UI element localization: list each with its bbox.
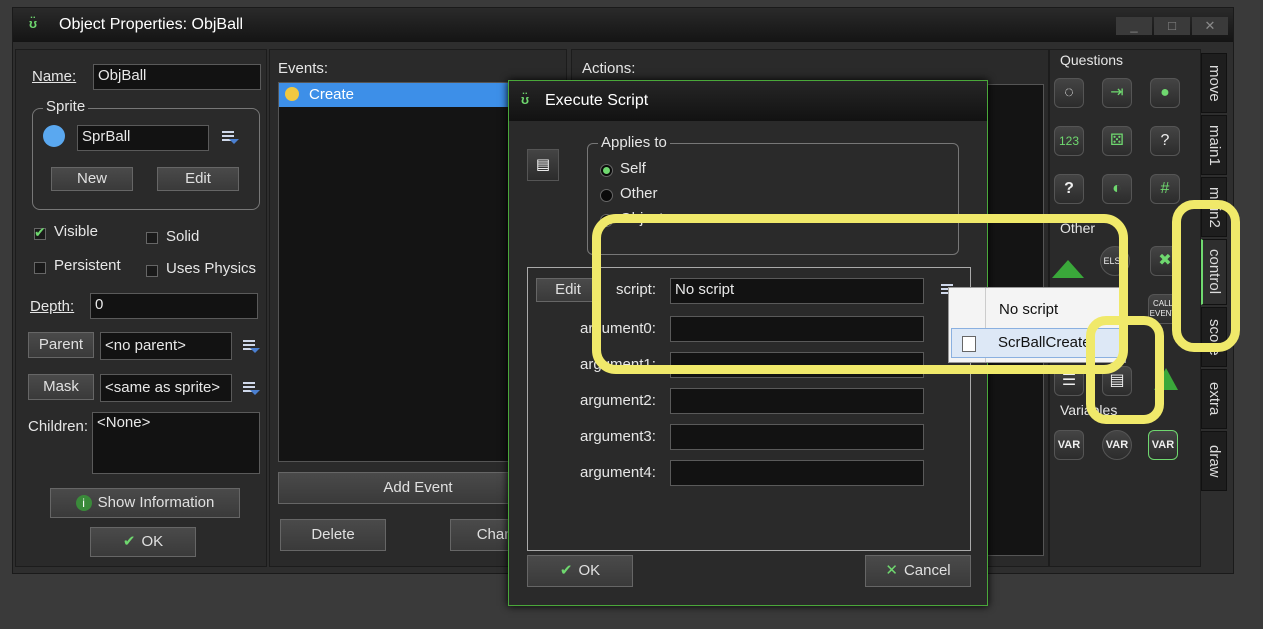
parent-input[interactable]: <no parent> <box>100 332 232 360</box>
argument2-input[interactable] <box>670 388 924 414</box>
persistent-checkbox[interactable] <box>34 262 46 274</box>
other-label: Other <box>620 185 658 202</box>
var-test-icon[interactable]: VAR <box>1102 430 1132 460</box>
tab-move[interactable]: move <box>1201 53 1227 113</box>
dialog-cancel-button[interactable]: ✕ Cancel <box>865 555 971 587</box>
dialog-logo-icon: ʊ̈ <box>521 92 530 107</box>
children-label: Children: <box>28 418 89 435</box>
depth-label: Depth: <box>30 298 75 315</box>
dialog-ok-label: OK <box>578 562 601 579</box>
actions-label: Actions: <box>582 60 636 77</box>
other-radio[interactable] <box>600 189 613 202</box>
test-instance-count-icon[interactable]: 123 <box>1054 126 1084 156</box>
checkmark-icon: ✔ <box>122 533 136 550</box>
check-collision-icon[interactable]: ⇥ <box>1102 78 1132 108</box>
argument4-label: argument4: <box>580 464 656 481</box>
close-button[interactable]: ✕ <box>1192 17 1228 35</box>
uses-physics-checkbox[interactable] <box>146 265 158 277</box>
children-list[interactable]: <None> <box>92 412 260 474</box>
dialog-cancel-label: Cancel <box>903 562 951 579</box>
argument2-label: argument2: <box>580 392 656 409</box>
argument3-label: argument3: <box>580 428 656 445</box>
dice-icon[interactable]: ⚄ <box>1102 126 1132 156</box>
event-item-label: Create <box>309 86 355 103</box>
depth-input[interactable]: 0 <box>90 293 258 319</box>
applies-to-label: Applies to <box>598 134 670 151</box>
delete-event-button[interactable]: Delete <box>280 519 386 551</box>
tab-draw[interactable]: draw <box>1201 431 1227 491</box>
sprite-group-label: Sprite <box>43 98 89 115</box>
var-draw-icon[interactable]: VAR <box>1148 430 1178 460</box>
check-object-icon[interactable]: ● <box>1150 78 1180 108</box>
visible-label: Visible <box>54 223 98 240</box>
events-label: Events: <box>278 60 329 77</box>
show-information-label: Show Information <box>97 494 215 511</box>
check-question-icon[interactable]: ? <box>1150 126 1180 156</box>
window-title: Object Properties: ObjBall <box>59 16 244 33</box>
self-radio[interactable] <box>600 164 613 177</box>
uses-physics-label: Uses Physics <box>166 260 257 277</box>
name-label: Name: <box>32 68 77 85</box>
properties-panel: Name: ObjBall Sprite SprBall New Edit Vi… <box>15 49 267 567</box>
sprite-input[interactable]: SprBall <box>77 125 209 151</box>
tab-main1[interactable]: main1 <box>1201 115 1227 175</box>
mask-button[interactable]: Mask <box>28 374 94 400</box>
highlight-control-tab <box>1172 200 1240 352</box>
ok-button[interactable]: ✔ OK <box>90 527 196 557</box>
check-empty-icon[interactable]: ◌ <box>1054 78 1084 108</box>
var-set-icon[interactable]: VAR <box>1054 430 1084 460</box>
solid-checkbox[interactable] <box>146 232 158 244</box>
sprite-new-button[interactable]: New <box>51 167 133 191</box>
visible-checkbox[interactable] <box>34 224 46 241</box>
highlight-script-row <box>592 214 1128 374</box>
title-bar: ʊ̈ Object Properties: ObjBall _ □ ✕ <box>13 8 1233 42</box>
script-action-icon: ▤ <box>527 149 559 181</box>
minimize-button[interactable]: _ <box>1116 17 1152 35</box>
ok-label: OK <box>141 533 164 550</box>
self-label: Self <box>620 160 646 177</box>
dialog-ok-button[interactable]: ✔ OK <box>527 555 633 587</box>
parent-button[interactable]: Parent <box>28 332 94 358</box>
test-expression-icon[interactable]: ? <box>1054 174 1084 204</box>
tab-extra[interactable]: extra <box>1201 369 1227 429</box>
check-mouse-icon[interactable]: ◐ <box>1102 174 1132 204</box>
persistent-label: Persistent <box>54 257 121 274</box>
cancel-x-icon: ✕ <box>885 562 898 579</box>
edit-script-button[interactable]: Edit <box>536 278 600 302</box>
mask-menu-icon[interactable] <box>242 380 260 396</box>
mask-input[interactable]: <same as sprite> <box>100 374 232 402</box>
sprite-menu-icon[interactable] <box>221 129 239 145</box>
argument4-input[interactable] <box>670 460 924 486</box>
dialog-title: Execute Script <box>545 92 649 109</box>
check-grid-icon[interactable]: # <box>1150 174 1180 204</box>
sprite-edit-button[interactable]: Edit <box>157 167 239 191</box>
sprite-group: Sprite SprBall New Edit <box>32 98 260 210</box>
dialog-title-bar: ʊ̈ Execute Script <box>509 81 987 121</box>
highlight-execute-script-icon <box>1086 316 1164 424</box>
show-information-button[interactable]: i Show Information <box>50 488 240 518</box>
gamemaker-logo-icon: ʊ̈ <box>29 16 38 31</box>
dialog-checkmark-icon: ✔ <box>559 562 573 579</box>
solid-label: Solid <box>166 228 200 245</box>
maximize-button[interactable]: □ <box>1154 17 1190 35</box>
sprite-ball-icon <box>43 125 65 147</box>
questions-label: Questions <box>1060 52 1124 68</box>
name-input[interactable]: ObjBall <box>93 64 261 90</box>
lightbulb-icon <box>285 87 299 101</box>
info-icon: i <box>75 495 92 512</box>
argument3-input[interactable] <box>670 424 924 450</box>
parent-menu-icon[interactable] <box>242 338 260 354</box>
